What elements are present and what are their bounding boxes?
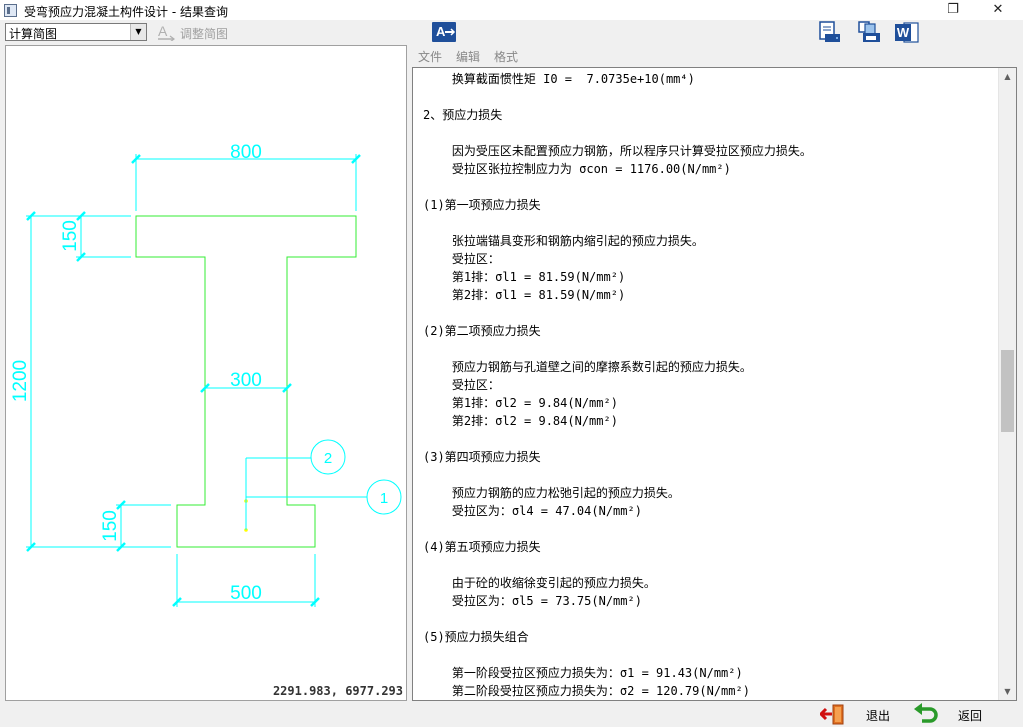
section-drawing: 800 150 1200 300 150 500 1 2 <box>10 142 402 607</box>
result-line: 因为受压区未配置预应力钢筋，所以程序只计算受拉区预应力损失。 <box>423 144 812 158</box>
result-line: (2)第二项预应力损失 <box>423 324 541 338</box>
svg-text:A: A <box>436 24 446 39</box>
result-line: (1)第一项预应力损失 <box>423 198 541 212</box>
result-line: 受拉区为：σl4 = 47.04(N/mm²) <box>423 504 642 518</box>
result-line: 受拉区为：σl5 = 73.75(N/mm²) <box>423 594 642 608</box>
dim-bottom-flange-height <box>116 500 171 552</box>
maximize-button[interactable]: ❐ <box>930 0 976 20</box>
app-icon <box>4 4 17 17</box>
print-icon[interactable] <box>855 20 883 46</box>
result-line: (4)第五项预应力损失 <box>423 540 541 554</box>
result-line: 第2排：σl1 = 81.59(N/mm²) <box>423 288 626 302</box>
menu-edit[interactable]: 编辑 <box>456 48 480 65</box>
result-line: 由于砼的收缩徐变引起的预应力损失。 <box>423 576 656 590</box>
close-button[interactable]: ✕ <box>975 0 1021 20</box>
results-text-panel[interactable]: 换算截面惯性矩 I0 = 7.0735e+10(mm⁴) 2、预应力损失 因为受… <box>412 67 1017 701</box>
dim-top-flange-height <box>76 211 131 262</box>
result-line: 预应力钢筋与孔道壁之间的摩擦系数引起的预应力损失。 <box>423 360 752 374</box>
dim-top-flange-height-label: 150 <box>60 220 81 252</box>
title-bar: 受弯预应力混凝土构件设计 - 结果查询 ❐ ✕ <box>0 0 1023 20</box>
result-line: 第1排：σl1 = 81.59(N/mm²) <box>423 270 626 284</box>
dim-bottom-width-label: 500 <box>230 583 262 604</box>
adjust-diagram-label: 调整简图 <box>180 27 229 41</box>
dim-total-height <box>26 211 171 552</box>
result-line: 第2排：σl2 = 9.84(N/mm²) <box>423 414 618 428</box>
rebar-marker-2: 2 <box>324 450 332 467</box>
dim-top-width-label: 800 <box>230 142 262 163</box>
window-title: 受弯预应力混凝土构件设计 - 结果查询 <box>24 5 228 19</box>
dim-web-width-label: 300 <box>230 370 262 391</box>
word-export-icon[interactable]: W <box>893 20 921 46</box>
exit-label: 退出 <box>866 709 891 723</box>
font-settings-icon[interactable]: A <box>430 20 458 46</box>
chevron-down-icon[interactable]: ▼ <box>130 24 146 40</box>
result-line: 换算截面惯性矩 I0 = 7.0735e+10(mm⁴) <box>423 72 695 86</box>
result-line: 受拉区： <box>423 252 500 266</box>
result-line: 受拉区： <box>423 378 500 392</box>
back-arrow-icon <box>914 703 938 723</box>
scroll-thumb[interactable] <box>1001 350 1014 432</box>
exit-button[interactable]: 退出 <box>820 703 900 725</box>
menu-file[interactable]: 文件 <box>418 48 442 65</box>
results-text[interactable]: 换算截面惯性矩 I0 = 7.0735e+10(mm⁴) 2、预应力损失 因为受… <box>413 68 998 700</box>
result-line: 2、预应力损失 <box>423 108 503 122</box>
back-label: 返回 <box>958 709 983 723</box>
menu-bar: 文件 编辑 格式 <box>412 46 1017 66</box>
menu-format[interactable]: 格式 <box>494 48 518 65</box>
dim-total-height-label: 1200 <box>10 360 31 402</box>
adjust-diagram-icon: A <box>158 23 175 41</box>
result-line: (3)第四项预应力损失 <box>423 450 541 464</box>
back-button[interactable]: 返回 <box>912 703 992 725</box>
result-line: 第1排：σl2 = 9.84(N/mm²) <box>423 396 618 410</box>
scroll-up-icon[interactable]: ▲ <box>999 68 1016 85</box>
view-select[interactable]: 计算简图 ▼ <box>5 23 147 41</box>
svg-text:A: A <box>158 23 168 39</box>
scroll-down-icon[interactable]: ▼ <box>999 683 1016 700</box>
result-line: 预应力钢筋的应力松弛引起的预应力损失。 <box>423 486 680 500</box>
result-line: 张拉端锚具变形和钢筋内缩引起的预应力损失。 <box>423 234 704 248</box>
vertical-scrollbar[interactable]: ▲ ▼ <box>998 68 1016 700</box>
result-line: 第一阶段受拉区预应力损失为：σ1 = 91.43(N/mm²) <box>423 666 743 680</box>
section-drawing-panel[interactable]: 800 150 1200 300 150 500 1 2 2291.983, 6… <box>5 45 407 701</box>
view-select-value: 计算简图 <box>9 27 58 41</box>
coordinate-readout: 2291.983, 6977.293 <box>272 684 403 698</box>
svg-text:W: W <box>897 25 910 40</box>
rebar-marker-1: 1 <box>380 490 388 507</box>
result-line: (5)预应力损失组合 <box>423 630 529 644</box>
print-preview-icon[interactable] <box>815 20 843 46</box>
dim-bottom-flange-height-label: 150 <box>100 510 121 542</box>
result-line: 受拉区张拉控制应力为 σcon = 1176.00(N/mm²) <box>423 162 731 176</box>
result-line: 第二阶段受拉区预应力损失为：σ2 = 120.79(N/mm²) <box>423 684 750 698</box>
exit-door-icon <box>820 704 844 725</box>
